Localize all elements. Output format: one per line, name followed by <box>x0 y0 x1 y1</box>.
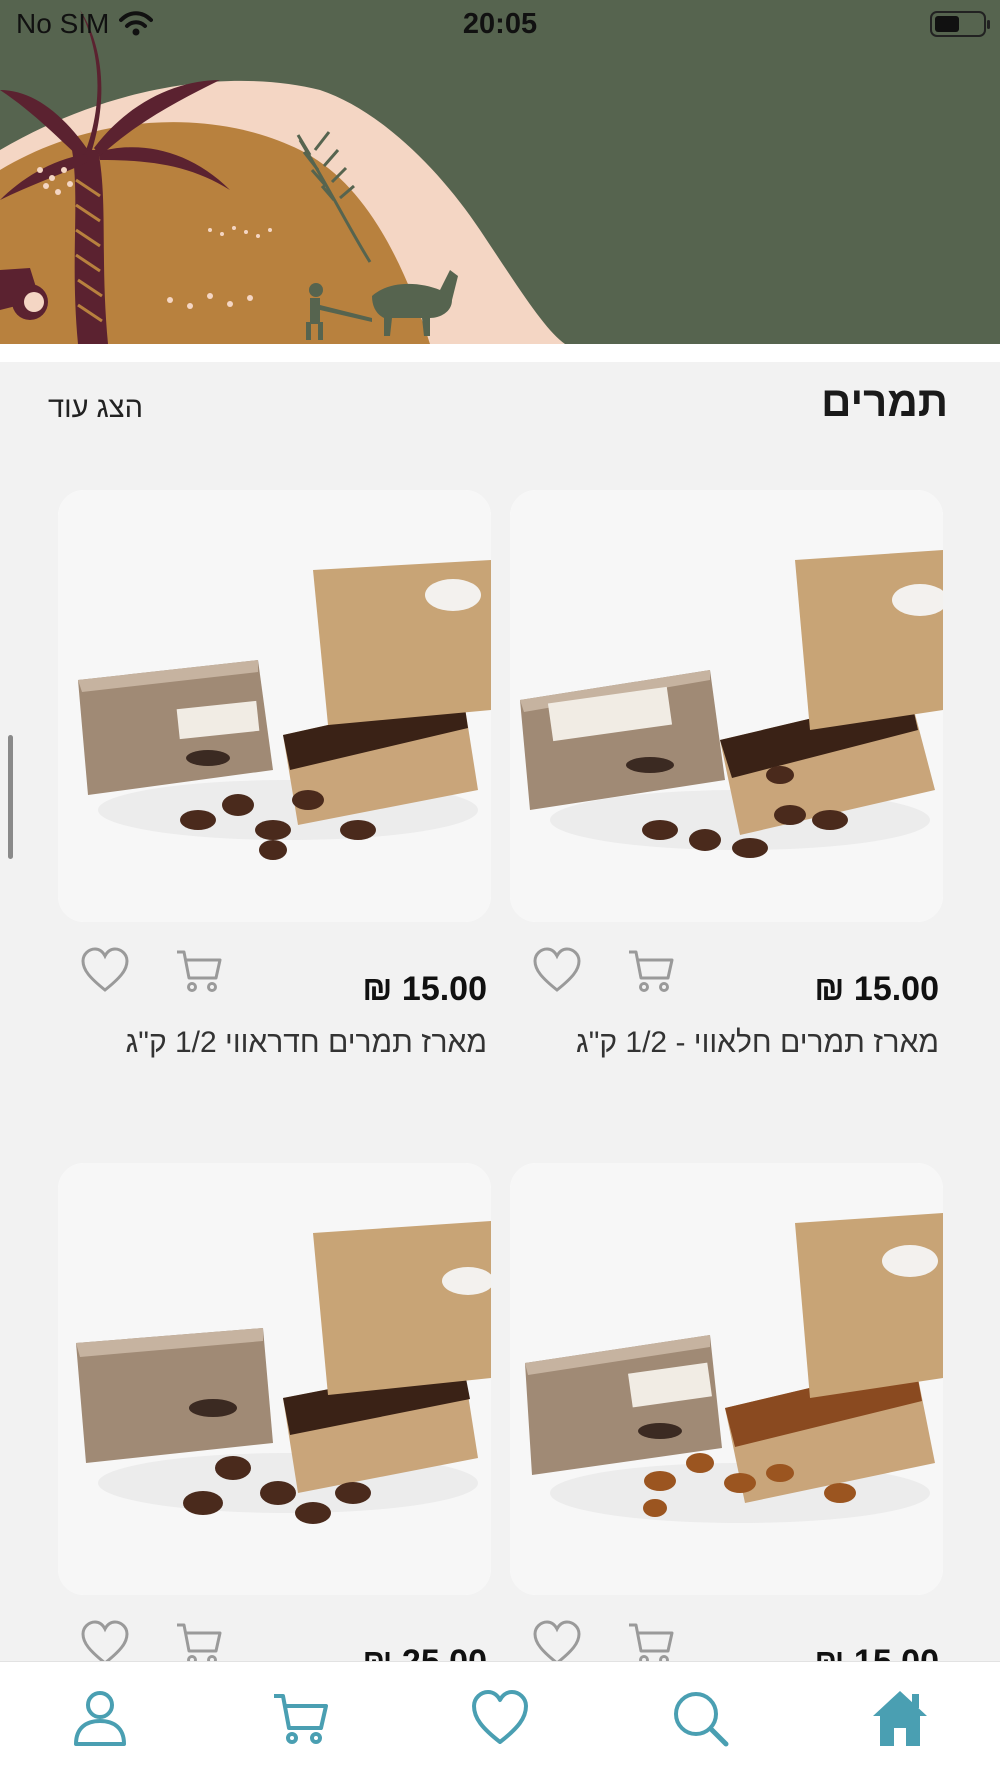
scroll-indicator[interactable] <box>8 735 13 859</box>
home-icon <box>873 1691 927 1746</box>
battery-level <box>935 16 959 32</box>
product-price: ₪ 15.00 <box>814 970 939 1008</box>
heart-icon <box>533 947 581 992</box>
cart-icon <box>177 950 222 992</box>
user-icon <box>74 1691 126 1746</box>
favorite-button[interactable] <box>80 946 130 996</box>
product-card[interactable]: ₪ 15.00 מארז תמרים חלאווי - 1/2 ק"ג <box>510 490 943 1059</box>
add-to-cart-button[interactable] <box>626 946 676 996</box>
nav-cart[interactable] <box>270 1688 330 1748</box>
nav-favorites[interactable] <box>470 1688 530 1748</box>
product-title[interactable]: מארז תמרים חדראווי 1/2 ק"ג <box>126 1026 487 1060</box>
app-screen: No SIM 20:05 תמרים הצג עוד ₪ 15.00 מארז … <box>0 0 1000 1778</box>
nav-search[interactable] <box>670 1688 730 1748</box>
battery-icon <box>930 11 990 37</box>
banner-illustration <box>0 0 1000 344</box>
product-card[interactable]: ₪ 15.00 <box>510 1163 943 1681</box>
product-image[interactable] <box>58 1163 491 1595</box>
favorite-button[interactable] <box>532 946 582 996</box>
show-more-link[interactable]: הצג עוד <box>48 392 143 425</box>
product-card[interactable]: ₪ 15.00 מארז תמרים חדראווי 1/2 ק"ג <box>58 490 491 1059</box>
nav-home[interactable] <box>870 1688 930 1748</box>
banner-divider <box>0 344 1000 362</box>
section-title: תמרים <box>821 378 948 425</box>
clock: 20:05 <box>462 8 538 40</box>
cart-icon <box>274 1694 328 1744</box>
product-price: ₪ 15.00 <box>362 970 487 1008</box>
add-to-cart-button[interactable] <box>174 946 224 996</box>
product-image[interactable] <box>510 490 943 922</box>
hero-banner <box>0 0 1000 344</box>
status-bar: No SIM 20:05 <box>0 0 1000 50</box>
heart-icon <box>472 1690 528 1744</box>
product-image[interactable] <box>510 1163 943 1595</box>
product-card[interactable]: ₪ 25.00 <box>58 1163 491 1681</box>
heart-icon <box>81 947 129 992</box>
bottom-nav <box>0 1661 1000 1778</box>
search-icon <box>674 1692 729 1747</box>
product-title[interactable]: מארז תמרים חלאווי - 1/2 ק"ג <box>576 1026 939 1060</box>
cart-icon <box>629 950 674 992</box>
product-image[interactable] <box>58 490 491 922</box>
nav-profile[interactable] <box>70 1688 130 1748</box>
